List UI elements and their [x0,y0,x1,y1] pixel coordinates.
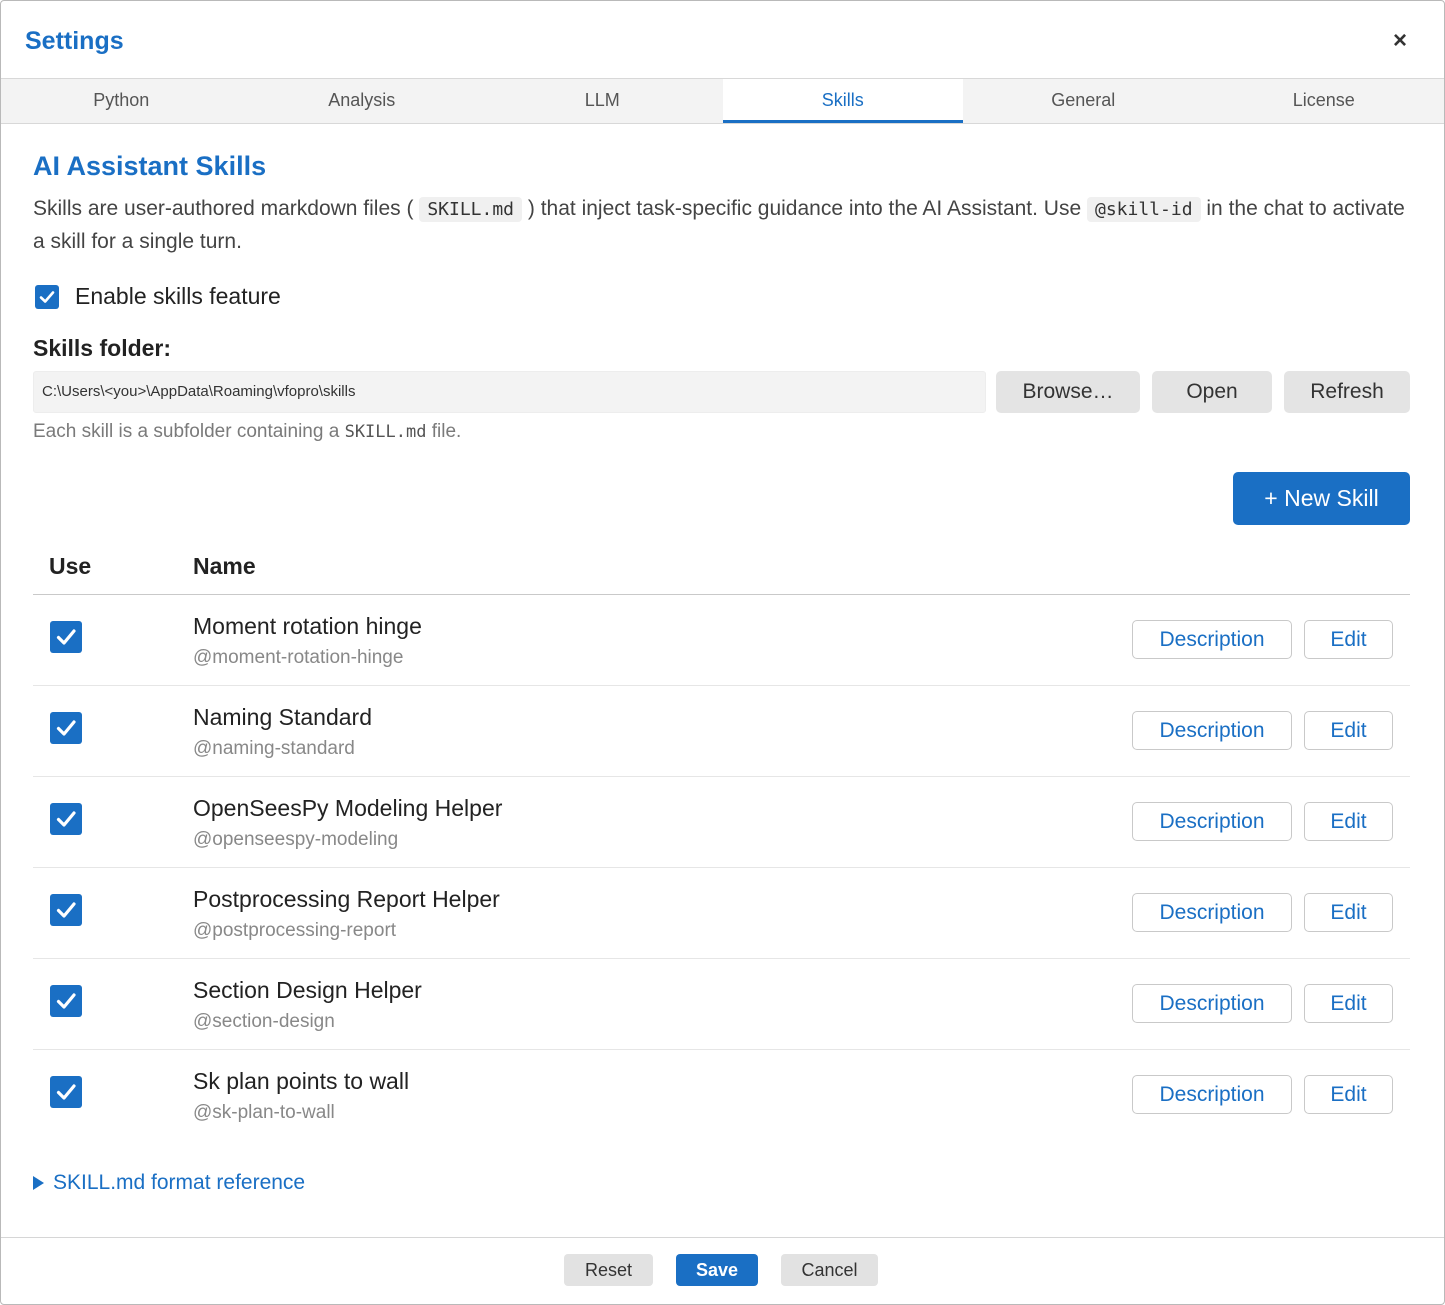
cancel-button[interactable]: Cancel [781,1254,878,1286]
edit-button[interactable]: Edit [1304,802,1393,841]
edit-button[interactable]: Edit [1304,893,1393,932]
skill-name: Postprocessing Report Helper [193,886,500,912]
tab-general[interactable]: General [963,79,1204,123]
skill-id: @openseespy-modeling [193,829,399,850]
triangle-right-icon [33,1176,44,1190]
skills-table: Moment rotation hinge @moment-rotation-h… [33,595,1410,1141]
checkmark-icon [39,290,55,303]
intro-text-part: Skills are user-authored markdown files … [33,197,414,220]
description-button[interactable]: Description [1132,802,1292,841]
skill-use-checkbox[interactable] [50,712,82,744]
refresh-button[interactable]: Refresh [1284,371,1410,413]
browse-button[interactable]: Browse… [996,371,1140,413]
tab-analysis[interactable]: Analysis [242,79,483,123]
enable-skills-checkbox[interactable] [35,284,59,309]
edit-button[interactable]: Edit [1304,984,1393,1023]
description-button[interactable]: Description [1132,620,1292,659]
inline-code-skill-md: SKILL.md [419,197,523,222]
description-button[interactable]: Description [1132,1075,1292,1114]
reset-button[interactable]: Reset [564,1254,653,1286]
skills-table-header: Use Name [33,549,1410,595]
save-button[interactable]: Save [676,1254,758,1286]
settings-dialog: Settings × Python Analysis LLM Skills Ge… [0,0,1445,1305]
skill-use-checkbox[interactable] [50,803,82,835]
tab-license[interactable]: License [1204,79,1445,123]
skill-id: @sk-plan-to-wall [193,1102,335,1123]
tab-llm[interactable]: LLM [482,79,723,123]
skill-id: @section-design [193,1011,335,1032]
checkmark-icon [56,811,76,827]
format-reference-toggle[interactable]: SKILL.md format reference [33,1171,305,1195]
inline-code-skill-id: @skill-id [1087,197,1201,222]
column-header-use: Use [49,553,92,579]
checkmark-icon [56,993,76,1009]
table-row: Sk plan points to wall @sk-plan-to-wall … [33,1050,1410,1141]
table-row: Section Design Helper @section-design De… [33,959,1410,1050]
checkmark-icon [56,720,76,736]
dialog-title: Settings [25,27,124,55]
enable-skills-row[interactable]: Enable skills feature [35,283,281,310]
description-button[interactable]: Description [1132,711,1292,750]
skill-name: OpenSeesPy Modeling Helper [193,795,503,821]
skill-use-checkbox[interactable] [50,985,82,1017]
folder-hint: Each skill is a subfolder containing a S… [33,421,461,443]
table-row: OpenSeesPy Modeling Helper @openseespy-m… [33,777,1410,868]
column-header-name: Name [193,553,256,579]
checkmark-icon [56,902,76,918]
skill-use-checkbox[interactable] [50,1076,82,1108]
tab-skills[interactable]: Skills [722,79,963,123]
new-skill-button[interactable]: + New Skill [1233,472,1410,525]
folder-hint-part: Each skill is a subfolder containing a [33,421,340,442]
skill-use-checkbox[interactable] [50,621,82,653]
tab-python[interactable]: Python [1,79,242,123]
skills-folder-label: Skills folder: [33,335,172,361]
skill-id: @moment-rotation-hinge [193,647,404,668]
format-reference-label: SKILL.md format reference [53,1171,306,1194]
open-button[interactable]: Open [1152,371,1272,413]
checkmark-icon [56,1084,76,1100]
skill-name: Naming Standard [193,704,372,730]
edit-button[interactable]: Edit [1304,1075,1393,1114]
folder-hint-part: file. [431,421,462,442]
dialog-header: Settings × [1,1,1444,79]
enable-skills-label: Enable skills feature [75,283,281,309]
dialog-footer: Reset Save Cancel [1,1237,1444,1304]
close-icon[interactable]: × [1386,27,1414,55]
folder-hint-code: SKILL.md [344,422,427,442]
skill-use-checkbox[interactable] [50,894,82,926]
description-button[interactable]: Description [1132,893,1292,932]
skill-name: Moment rotation hinge [193,613,422,639]
table-row: Naming Standard @naming-standard Descrip… [33,686,1410,777]
section-title: AI Assistant Skills [33,151,267,181]
skill-name: Sk plan points to wall [193,1068,410,1094]
edit-button[interactable]: Edit [1304,711,1393,750]
tab-bar: Python Analysis LLM Skills General Licen… [1,78,1444,124]
skill-name: Section Design Helper [193,977,422,1003]
edit-button[interactable]: Edit [1304,620,1393,659]
skill-id: @postprocessing-report [193,920,397,941]
checkmark-icon [56,629,76,645]
table-row: Moment rotation hinge @moment-rotation-h… [33,595,1410,686]
intro-text-part: ) that inject task-specific guidance int… [527,197,1082,220]
intro-text: Skills are user-authored markdown files … [33,193,1410,258]
skill-id: @naming-standard [193,738,355,759]
skills-folder-input[interactable]: C:\Users\<you>\AppData\Roaming\vfopro\sk… [33,371,986,413]
description-button[interactable]: Description [1132,984,1292,1023]
table-row: Postprocessing Report Helper @postproces… [33,868,1410,959]
